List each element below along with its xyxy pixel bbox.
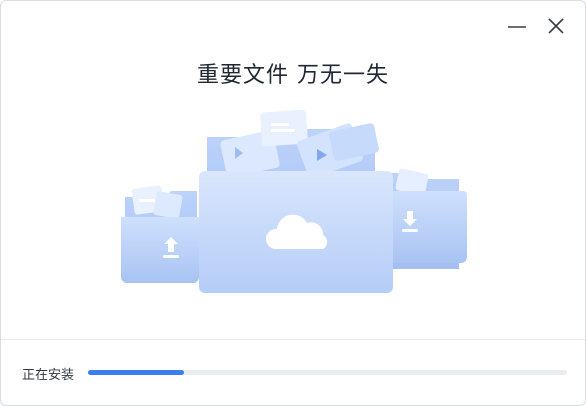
close-icon [548, 18, 564, 34]
close-button[interactable] [543, 13, 569, 39]
install-footer: 正在安装 [1, 339, 585, 405]
install-progress-bar [88, 370, 567, 375]
center-folder [199, 109, 393, 293]
headline: 重要文件 万无一失 [197, 63, 389, 88]
installer-window: 重要文件 万无一失 正在安装 [0, 0, 586, 406]
minimize-icon [508, 26, 526, 28]
left-folder [121, 185, 199, 283]
install-progress-fill [88, 370, 184, 375]
install-status-label: 正在安装 [22, 368, 75, 383]
minimize-button[interactable] [504, 13, 530, 39]
folders-illustration [121, 109, 467, 293]
